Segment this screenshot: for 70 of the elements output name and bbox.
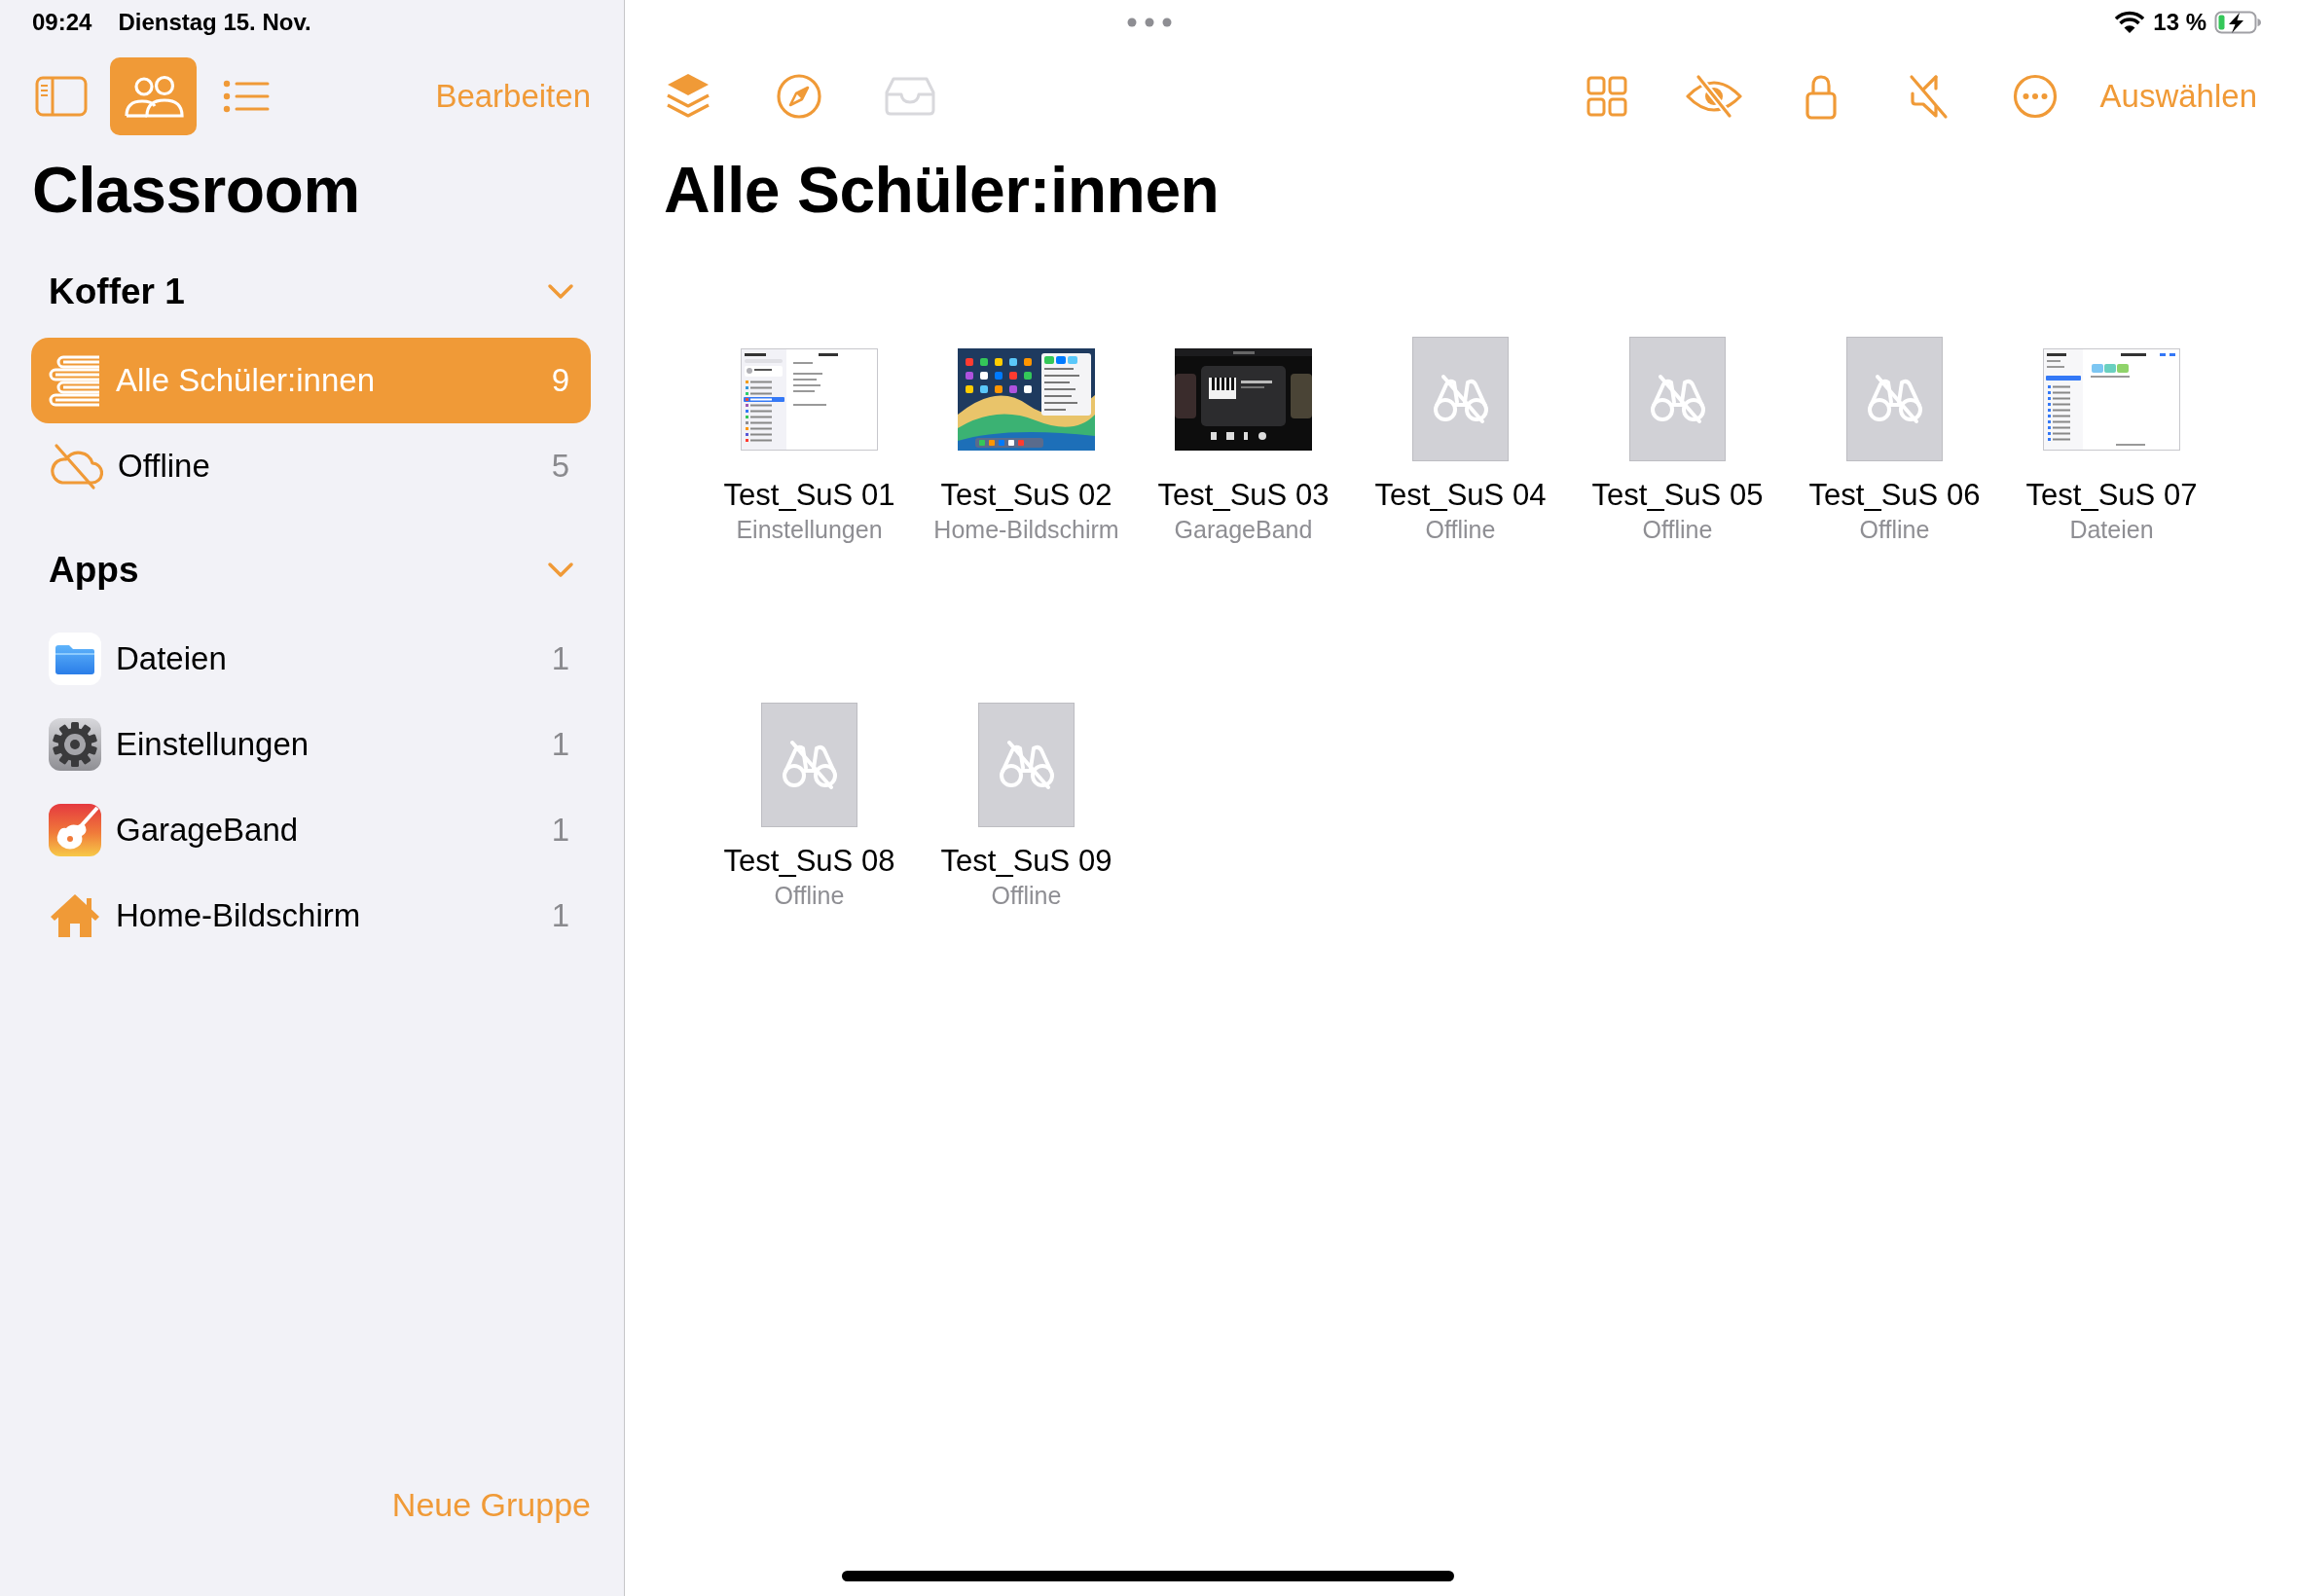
student-name: Test_SuS 05 [1591, 477, 1764, 514]
offline-placeholder[interactable] [1629, 337, 1726, 461]
offline-placeholder[interactable] [978, 703, 1075, 827]
multitasking-dots-icon[interactable] [1127, 18, 1172, 27]
status-date: Dienstag 15. Nov. [118, 8, 311, 37]
binoculars-slash-icon [997, 739, 1056, 791]
more-icon[interactable] [2012, 74, 2058, 119]
lock-icon[interactable] [1804, 73, 1838, 120]
student-name: Test_SuS 09 [940, 843, 1112, 880]
settings-screenshot-drawing[interactable] [741, 347, 878, 451]
gear-app-icon [49, 718, 101, 771]
grid-icon[interactable] [1586, 76, 1627, 117]
student-status: Offline [1425, 515, 1496, 544]
item-count: 1 [551, 811, 569, 851]
item-count: 1 [551, 725, 569, 765]
battery-charging-icon [2214, 11, 2263, 34]
cloud-slash-icon [49, 442, 103, 490]
guitar-app-icon [49, 804, 101, 856]
people-icon [122, 74, 185, 119]
student-name: Test_SuS 06 [1808, 477, 1981, 514]
offline-placeholder[interactable] [1846, 337, 1943, 461]
binoculars-slash-icon [1648, 373, 1707, 425]
chevron-icon[interactable] [547, 283, 574, 301]
eye-slash-icon[interactable] [1684, 74, 1743, 119]
books-icon [49, 354, 101, 407]
sidebar-item[interactable]: Einstellungen 1 [31, 702, 591, 787]
binoculars-slash-icon [780, 739, 839, 791]
student-status: Offline [774, 881, 845, 910]
student-name: Test_SuS 01 [723, 477, 895, 514]
wifi-icon [2114, 11, 2146, 34]
home-screen-screenshot-drawing[interactable] [958, 347, 1095, 451]
compass-icon[interactable] [776, 73, 822, 120]
student-name: Test_SuS 02 [940, 477, 1112, 514]
student-status: Offline [1859, 515, 1930, 544]
binoculars-slash-icon [1431, 373, 1490, 425]
student-status: Einstellungen [736, 515, 883, 544]
sidebar-title: Classroom [31, 153, 360, 228]
files-screenshot-drawing[interactable] [2043, 347, 2180, 451]
section-title: Apps [49, 549, 139, 593]
folder-app-icon [49, 633, 101, 685]
item-count: 9 [551, 361, 569, 401]
chevron-icon[interactable] [547, 562, 574, 579]
student-status: Offline [991, 881, 1062, 910]
offline-placeholder[interactable] [761, 703, 857, 827]
battery-percentage: 13 % [2153, 8, 2206, 37]
student-status: GarageBand [1174, 515, 1313, 544]
student-name: Test_SuS 04 [1374, 477, 1547, 514]
status-time: 09:24 [32, 8, 92, 37]
student-name: Test_SuS 03 [1157, 477, 1330, 514]
people-view-button[interactable] [110, 57, 197, 135]
student-name: Test_SuS 08 [723, 843, 895, 880]
student-status: Offline [1642, 515, 1713, 544]
student-name: Test_SuS 07 [2025, 477, 2198, 514]
house-icon [49, 891, 101, 940]
binoculars-slash-icon [1865, 373, 1924, 425]
sidebar-icon [34, 76, 88, 117]
sidebar-item[interactable]: Home-Bildschirm 1 [31, 873, 591, 959]
item-count: 5 [551, 447, 569, 487]
item-count: 1 [551, 639, 569, 679]
page-title: Alle Schüler:innen [664, 153, 1220, 228]
student-status: Home-Bildschirm [933, 515, 1119, 544]
student-status: Dateien [2069, 515, 2154, 544]
list-icon [222, 79, 270, 114]
section-title: Koffer 1 [49, 271, 185, 314]
sidebar-item[interactable]: GarageBand 1 [31, 787, 591, 873]
item-count: 1 [551, 896, 569, 936]
piano-app-screenshot-drawing[interactable] [1175, 347, 1312, 451]
sidebar-item[interactable]: Dateien 1 [31, 616, 591, 702]
offline-placeholder[interactable] [1412, 337, 1509, 461]
sidebar-item[interactable]: Offline 5 [31, 423, 591, 509]
